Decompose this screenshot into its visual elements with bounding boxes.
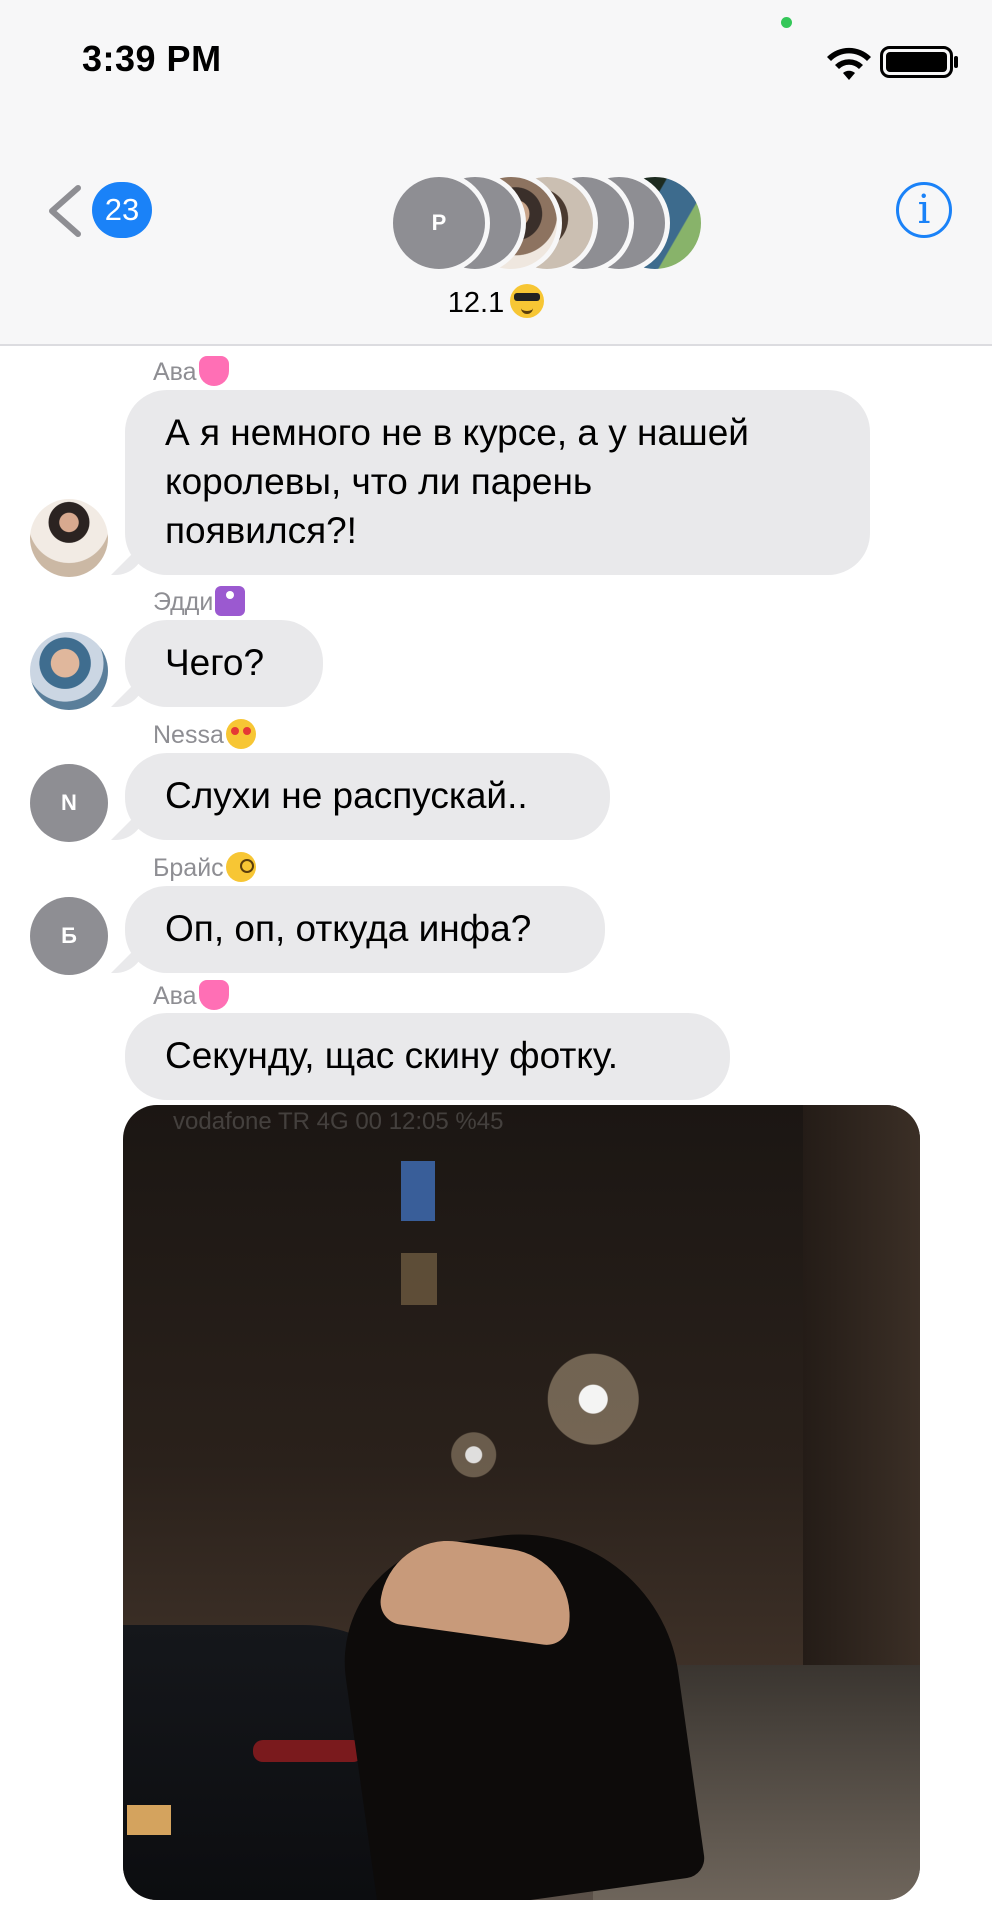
sender-name: Ава (153, 356, 229, 387)
wifi-icon (827, 47, 871, 80)
sender-name: Эдди (153, 586, 246, 617)
status-time: 3:39 PM (82, 38, 222, 79)
message-bubble[interactable]: А я немного не в курсе, а у нашей короле… (125, 390, 870, 575)
message-bubble[interactable]: Оп, оп, откуда инфа? (125, 886, 605, 973)
message-text-line: Чего? (165, 642, 265, 683)
avatar[interactable] (30, 632, 108, 710)
heart-eyes-face-icon (225, 719, 256, 749)
photo-building (803, 1105, 920, 1725)
pink-heart-icon (198, 980, 229, 1010)
sender-name: Брайс (153, 852, 256, 883)
message-text-line: Слухи не распускай.. (165, 775, 528, 816)
group-member-avatar: P (388, 172, 490, 274)
sender-name-text: Брайс (153, 854, 224, 882)
back-button[interactable]: 23 (44, 178, 162, 242)
photo-status-overlay-text: vodafone TR 4G 00 12:05 %45 (173, 1108, 504, 1135)
sender-name-text: Эдди (153, 588, 214, 616)
battery-icon (880, 46, 958, 78)
message-text-line: А я немного не в курсе, а у нашей (165, 412, 749, 453)
group-title-text: 12.1 (447, 287, 505, 319)
sender-name: Ава (153, 980, 229, 1011)
info-icon: i (917, 187, 931, 233)
photo-car-taillight (253, 1740, 363, 1762)
sunglasses-face-icon (510, 284, 545, 318)
photo-attachment[interactable]: vodafone TR 4G 00 12:05 %45 (123, 1105, 920, 1900)
photo-window (401, 1253, 437, 1305)
info-button[interactable]: i (896, 182, 952, 238)
monocle-face-icon (225, 852, 256, 882)
message-text-line: появился?! (165, 510, 357, 551)
message-text-line: королевы, что ли парень (165, 461, 593, 502)
message-bubble[interactable]: Чего? (125, 620, 323, 707)
pink-heart-icon (198, 356, 229, 386)
sender-name-text: Ава (153, 358, 197, 386)
avatar[interactable]: N (30, 764, 108, 842)
group-avatar-stack[interactable]: P (388, 168, 706, 278)
navigation-header: 3:39 PM 23 P 12.1 i (0, 0, 992, 346)
message-bubble[interactable]: Секунду, щас скину фотку. (125, 1013, 730, 1100)
message-text-line: Секунду, щас скину фотку. (165, 1035, 618, 1076)
avatar[interactable] (30, 499, 108, 577)
unread-count-badge: 23 (92, 182, 152, 238)
avatar[interactable]: Б (30, 897, 108, 975)
camera-indicator-dot (781, 17, 792, 28)
chevron-left-icon (49, 185, 81, 237)
sender-name-text: Nessa (153, 721, 224, 749)
sender-name-text: Ава (153, 982, 197, 1010)
sender-name: Nessa (153, 719, 256, 750)
message-text-line: Оп, оп, откуда инфа? (165, 908, 532, 949)
group-title[interactable]: 12.1 (0, 284, 992, 320)
photo-window (401, 1161, 435, 1221)
message-bubble[interactable]: Слухи не распускай.. (125, 753, 610, 840)
photo-license-plate (127, 1805, 171, 1835)
woman-symbol-icon (215, 586, 246, 616)
